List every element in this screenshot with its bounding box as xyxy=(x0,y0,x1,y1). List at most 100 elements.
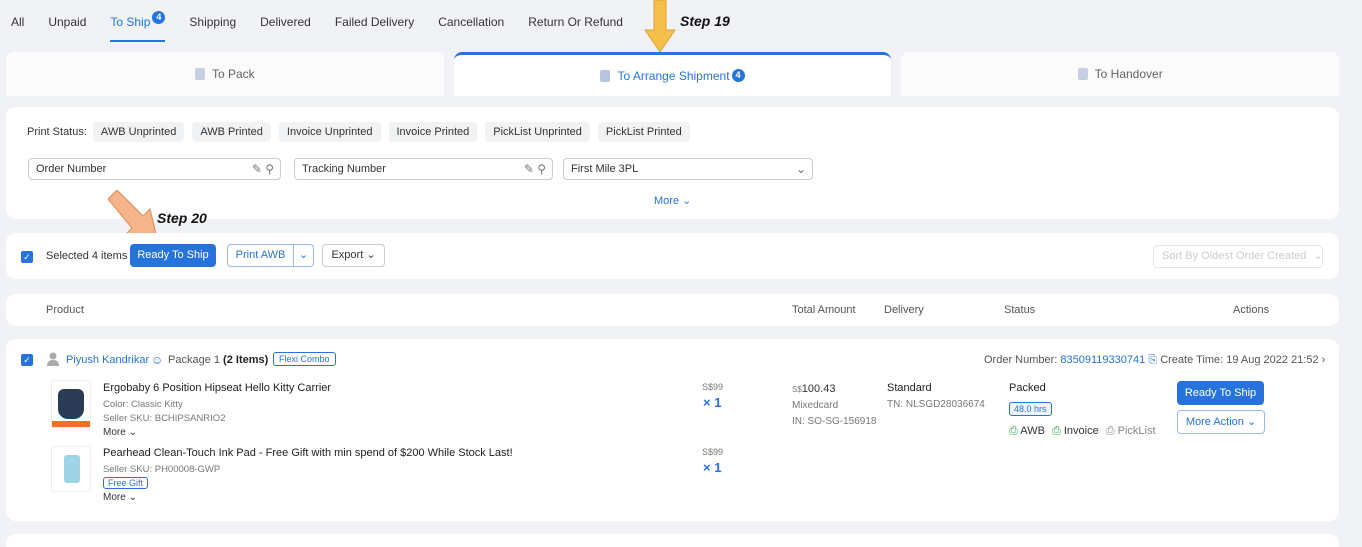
total-amount: S$100.43 xyxy=(792,383,836,395)
product-variant: Color: Classic Kitty xyxy=(103,399,183,410)
document-icon xyxy=(600,69,611,82)
print-status-label: Print Status: xyxy=(27,126,87,138)
product-more-link[interactable]: More ⌄ xyxy=(103,427,137,438)
next-order-card xyxy=(6,534,1339,547)
filter-panel: Print Status: AWB Unprinted AWB Printed … xyxy=(6,107,1339,219)
count-badge: 4 xyxy=(731,69,745,82)
create-time: Create Time: 19 Aug 2022 21:52 xyxy=(1160,354,1319,366)
tracking-number-input[interactable]: Tracking Number ✎ ⚲ xyxy=(294,158,553,180)
product-sku: Seller SKU: BCHIPSANRIO2 xyxy=(103,413,226,424)
invoice-number: IN: SO-SG-156918 xyxy=(792,416,877,427)
tab-to-pack[interactable]: To Pack xyxy=(6,52,444,96)
flexi-combo-tag: Flexi Combo xyxy=(273,352,336,366)
search-icon[interactable]: ✎ ⚲ xyxy=(524,159,546,179)
sort-select[interactable]: Sort By Oldest Order Created ⌄ xyxy=(1153,245,1323,268)
search-icon[interactable]: ✎ ⚲ xyxy=(252,159,274,179)
product-sku: Seller SKU: PH00008-GWP xyxy=(103,464,221,475)
product-price: S$99 xyxy=(702,382,724,392)
shipment-stage-tabs: To Pack To Arrange Shipment 4 To Handover xyxy=(6,52,1340,96)
copy-icon[interactable]: ⎘ xyxy=(1148,354,1157,366)
chevron-down-icon: ⌄ xyxy=(682,195,692,207)
column-status: Status xyxy=(1004,304,1036,316)
table-header: Product Total Amount Delivery Status Act… xyxy=(6,294,1339,326)
chevron-down-icon: ⌄ xyxy=(366,249,376,261)
tab-to-handover[interactable]: To Handover xyxy=(901,52,1340,96)
buyer-name[interactable]: Piyush Kandrikar xyxy=(66,354,149,366)
chevron-down-icon: ⌄ xyxy=(795,162,806,176)
select-all-checkbox[interactable]: ✓ xyxy=(21,251,33,263)
product-thumbnail xyxy=(51,446,91,492)
package-label: Package 1 (2 Items) xyxy=(168,354,269,366)
chip-invoice-printed[interactable]: Invoice Printed xyxy=(388,122,478,142)
chevron-down-icon: ⌄ xyxy=(128,492,137,503)
product-name[interactable]: Pearhead Clean-Touch Ink Pad - Free Gift… xyxy=(103,447,513,459)
awb-doc[interactable]: AWB xyxy=(1020,425,1045,437)
chip-picklist-unprinted[interactable]: PickList Unprinted xyxy=(485,122,590,142)
step-19-annotation: Step 19 xyxy=(680,13,730,29)
step-20-annotation: Step 20 xyxy=(157,210,207,226)
user-icon xyxy=(47,352,59,366)
tab-cancellation[interactable]: Cancellation xyxy=(438,0,504,44)
document-status-row: ⎙ AWB ⎙ Invoice ⎙ PickList xyxy=(1009,425,1156,438)
ready-to-ship-bulk-button[interactable]: Ready To Ship xyxy=(130,244,216,267)
printer-icon: ⎙ xyxy=(1105,425,1115,437)
chevron-down-icon: ⌄ xyxy=(1313,250,1323,262)
tab-failed-delivery[interactable]: Failed Delivery xyxy=(335,0,414,44)
chip-picklist-printed[interactable]: PickList Printed xyxy=(597,122,690,142)
order-meta: Order Number: 83509119330741 ⎘ Create Ti… xyxy=(984,354,1326,366)
more-filters-link[interactable]: More ⌄ xyxy=(654,194,691,207)
free-gift-tag: Free Gift xyxy=(103,477,149,489)
product-name[interactable]: Ergobaby 6 Position Hipseat Hello Kitty … xyxy=(103,382,331,394)
column-actions: Actions xyxy=(1233,304,1270,316)
tab-delivered[interactable]: Delivered xyxy=(260,0,311,44)
chevron-down-icon: ⌄ xyxy=(1246,416,1257,428)
chevron-right-icon[interactable]: › xyxy=(1322,354,1326,366)
printer-icon: ⎙ xyxy=(1009,425,1018,437)
tracking-number: TN: NLSGD28036674 xyxy=(887,399,985,410)
tab-shipping[interactable]: Shipping xyxy=(189,0,236,44)
export-button[interactable]: Export ⌄ xyxy=(322,244,385,267)
print-awb-button[interactable]: Print AWB xyxy=(227,244,294,267)
printer-icon: ⎙ xyxy=(1051,425,1061,437)
product-more-link[interactable]: More ⌄ xyxy=(103,492,137,503)
step-19-arrow-icon xyxy=(644,0,676,53)
invoice-doc[interactable]: Invoice xyxy=(1064,425,1099,437)
selected-count: Selected 4 items xyxy=(46,250,128,262)
product-qty: × 1 xyxy=(703,395,722,410)
picklist-doc[interactable]: PickList xyxy=(1118,425,1156,437)
chat-icon[interactable]: ☺ xyxy=(151,353,163,367)
order-number-link[interactable]: 83509119330741 xyxy=(1060,354,1145,366)
chip-invoice-unprinted[interactable]: Invoice Unprinted xyxy=(278,122,381,142)
product-qty: × 1 xyxy=(703,460,722,475)
sla-hours-badge: 48.0 hrs xyxy=(1009,402,1052,416)
column-delivery: Delivery xyxy=(884,304,924,316)
chip-awb-unprinted[interactable]: AWB Unprinted xyxy=(92,122,185,142)
print-awb-dropdown[interactable]: ⌄ xyxy=(293,244,314,267)
order-number-input[interactable]: Order Number ✎ ⚲ xyxy=(28,158,281,180)
count-badge: 4 xyxy=(152,11,166,24)
package-icon xyxy=(194,68,205,80)
handover-icon xyxy=(1077,68,1088,80)
chevron-down-icon: ⌄ xyxy=(298,249,309,261)
delivery-type: Standard xyxy=(887,382,932,394)
column-total-amount: Total Amount xyxy=(792,304,856,316)
product-price: S$99 xyxy=(702,447,724,457)
chevron-down-icon: ⌄ xyxy=(128,427,137,438)
order-checkbox[interactable]: ✓ xyxy=(21,354,33,366)
tab-return-refund[interactable]: Return Or Refund xyxy=(528,0,623,44)
product-thumbnail xyxy=(51,380,91,428)
bulk-action-toolbar: ✓ Selected 4 items Ready To Ship Print A… xyxy=(6,233,1339,279)
column-product: Product xyxy=(46,304,84,316)
more-action-button[interactable]: More Action ⌄ xyxy=(1177,410,1265,434)
order-card: ✓ Piyush Kandrikar ☺ Package 1 (2 Items)… xyxy=(6,339,1339,521)
order-status: Packed xyxy=(1009,382,1046,394)
tab-all[interactable]: All xyxy=(11,0,24,44)
chip-awb-printed[interactable]: AWB Printed xyxy=(192,122,271,142)
ready-to-ship-button[interactable]: Ready To Ship xyxy=(1177,381,1264,405)
tab-unpaid[interactable]: Unpaid xyxy=(48,0,86,44)
payment-method: Mixedcard xyxy=(792,400,839,411)
first-mile-select[interactable]: First Mile 3PL ⌄ xyxy=(563,158,813,180)
print-status-row: Print Status: AWB Unprinted AWB Printed … xyxy=(27,122,698,142)
tab-to-ship[interactable]: To Ship 4 xyxy=(110,0,166,44)
tab-to-arrange-shipment[interactable]: To Arrange Shipment 4 xyxy=(453,52,892,96)
